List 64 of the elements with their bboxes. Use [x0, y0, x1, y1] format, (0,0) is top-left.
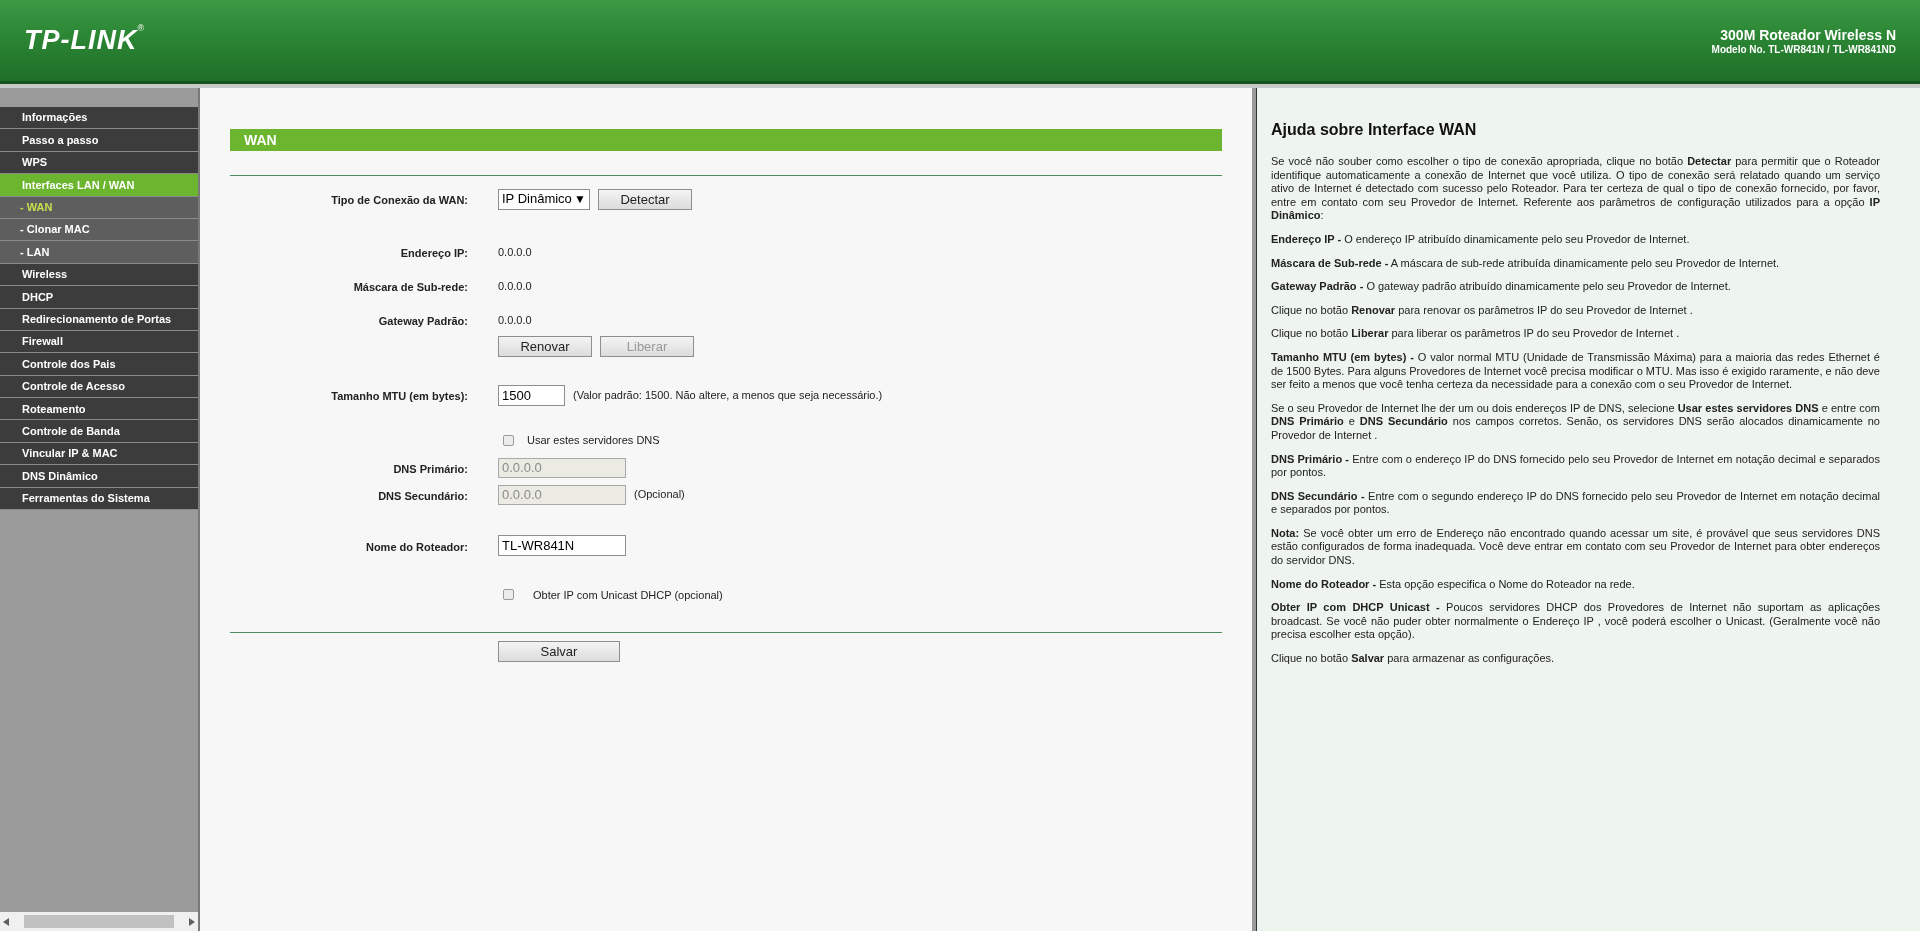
checkbox[interactable] — [503, 589, 514, 601]
menu-item[interactable]: Roteamento — [0, 398, 198, 421]
field-label: DNS Secundário: — [378, 489, 468, 502]
menu-item[interactable]: Controle de Acesso — [0, 375, 198, 399]
submenu-item[interactable]: - Clonar MAC — [0, 218, 198, 242]
field-label: Tipo de Conexão da WAN: — [331, 194, 468, 206]
submenu-item[interactable]: - LAN — [0, 241, 198, 264]
action-button[interactable]: Renovar — [498, 336, 592, 357]
help-paragraph: Se você não souber como escolher o tipo de conexão apropriada, clique no botão Detectar para permitir que o Roteador identifique automaticamente a conexão de Internet que você utiliza. O tipo de conexão será relatado quando um serviço ativo de Internet é detectado com sucesso pelo Roteador. Para ter certeza de qual o tipo de conexão fornecido, por favor, entre em contato com seu Provedor de Internet. Referente aos parâmetros de configuração utilizados para a opção IP Dinâmico: — [1271, 155, 1880, 223]
checkbox-label: Obter IP com Unicast DHCP (opcional) — [533, 587, 723, 603]
help-paragraph: Nota: Se você obter um erro de Endereço não encontrado quando acessar um site, é provável que seus servidores DNS estão configurados de forma inadequada. Você deve entrar em contato com seu Provedor de Internet para obter endereços do servidor DNS. — [1271, 526, 1880, 568]
mtu-input-field[interactable]: 1500 — [498, 384, 565, 406]
help-paragraph: DNS Primário - Entre com o endereço IP do DNS fornecido pelo seu Provedor de Internet em notação decimal e separados por pontos. — [1271, 452, 1880, 480]
field-label: DNS Primário: — [393, 462, 468, 475]
help-paragraph: Clique no botão Renovar para renovar os parâmetros IP do seu Provedor de Internet . — [1271, 303, 1694, 318]
menu-item[interactable]: Informações — [0, 107, 198, 130]
menu-item[interactable]: Wireless — [0, 263, 198, 287]
checkbox-label: Usar estes servidores DNS — [527, 433, 660, 448]
help-paragraph: Endereço IP - O endereço IP atribuído dinamicamente pelo seu Provedor de Internet. — [1271, 232, 1691, 247]
brand-logo: TP-LINK — [24, 25, 138, 58]
menu-item[interactable]: Redirecionamento de Portas — [0, 308, 198, 331]
menu-item[interactable]: DHCP — [0, 286, 198, 309]
submenu-item[interactable]: - WAN — [0, 196, 198, 219]
field-label: Tamanho MTU (em bytes): — [331, 390, 468, 402]
scrollbar-thumb[interactable] — [24, 915, 174, 928]
menu-item[interactable]: Controle de Banda — [0, 420, 198, 443]
product-name: 300M Roteador Wireless N — [1720, 26, 1896, 43]
field-value: 0.0.0.0 — [498, 278, 532, 294]
help-paragraph: Máscara de Sub-rede - A máscara de sub-rede atribuída dinamicamente pelo seu Provedor de Internet. — [1271, 256, 1781, 271]
section-title: WAN — [230, 129, 1222, 151]
menu-item[interactable]: Firewall — [0, 330, 198, 354]
menu-item[interactable]: Vincular IP & MAC — [0, 442, 198, 466]
menu-item[interactable]: DNS Dinâmico — [0, 465, 198, 488]
connection-type-dropdown[interactable]: IP Dinâmico ▼ — [498, 188, 590, 210]
help-paragraph: DNS Secundário - Entre com o segundo endereço IP do DNS fornecido pelo seu Provedor de Internet em notação decimal e separados por pontos. — [1271, 489, 1880, 517]
hint-text: (Opcional) — [634, 487, 685, 503]
model-number: Modelo No. TL-WR841N / TL-WR841ND — [1711, 42, 1896, 57]
field-value: 0.0.0.0 — [498, 244, 532, 260]
menu-item[interactable]: WPS — [0, 151, 198, 175]
field-label: Gateway Padrão: — [378, 315, 468, 327]
action-button[interactable]: Detectar — [598, 188, 692, 210]
help-paragraph: Nome do Roteador - Esta opção especifica o Nome do Roteador na rede. — [1271, 577, 1636, 592]
help-paragraph: Se o seu Provedor de Internet lhe der um ou dois endereços IP de DNS, selecione Usar estes servidores DNS e entre com DNS Primário e DNS Secundário nos campos corretos. Senão, os servidores DNS serão alocados dinamicamente no Provedor de Internet . — [1271, 401, 1880, 443]
hint-text: (Valor padrão: 1500. Não altere, a menos que seja necessário.) — [573, 387, 883, 403]
scroll-right-icon[interactable] — [189, 917, 195, 926]
menu-item[interactable]: Passo a passo — [0, 129, 198, 152]
menu-item[interactable]: Ferramentas do Sistema — [0, 487, 198, 511]
field-label: Máscara de Sub-rede: — [353, 281, 468, 293]
router-name-input-field[interactable]: TL-WR841N — [498, 535, 626, 556]
help-paragraph: Clique no botão Salvar para armazenar as configurações. — [1271, 652, 1556, 666]
help-paragraph: Clique no botão Liberar para liberar os parâmetros IP do seu Provedor de Internet . — [1271, 327, 1681, 341]
menu-item[interactable]: Controle dos Pais — [0, 353, 198, 376]
checkbox[interactable] — [503, 434, 514, 446]
help-paragraph: Obter IP com DHCP Unicast - Poucos servidores DHCP dos Provedores de Internet não suportam as aplicações broadcast. Se você não puder obter normalmente o Endereço IP , você poderá escolher o Unicast. (Geralmente você não precisa escolher esta opção). — [1271, 601, 1880, 643]
field-label: Nome do Roteador: — [365, 540, 468, 553]
registered-mark: ® — [137, 22, 145, 34]
field-value: 0.0.0.0 — [498, 312, 532, 328]
field-label: Endereço IP: — [400, 247, 468, 259]
help-title: Ajuda sobre Interface WAN — [1271, 120, 1478, 140]
help-paragraph: Tamanho MTU (em bytes) - O valor normal MTU (Unidade de Transmissão Máxima) para a maioria das redes Ethernet é de 1500 Bytes. Para alguns Provedores de Internet você precisa modificar o MTU. Mas isso é exigido raramente, e não deve ser feito a menos que você tenha certeza da necessidade para a conexão com o seu Provedor de Internet. — [1271, 350, 1880, 392]
scroll-left-icon[interactable] — [3, 917, 9, 926]
action-button[interactable]: Salvar — [498, 641, 620, 662]
horizontal-scrollbar[interactable] — [0, 912, 198, 931]
help-paragraph: Gateway Padrão - O gateway padrão atribuído dinamicamente pelo seu Provedor de Internet. — [1271, 280, 1732, 294]
